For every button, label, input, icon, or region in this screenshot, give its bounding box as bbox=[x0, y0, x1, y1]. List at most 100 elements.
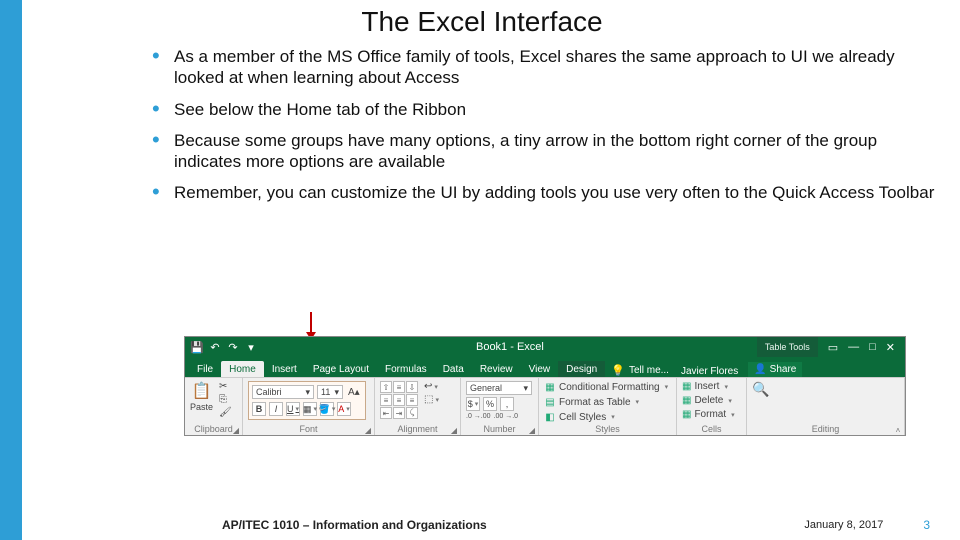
tab-data[interactable]: Data bbox=[435, 361, 472, 377]
bullet-item: See below the Home tab of the Ribbon bbox=[152, 99, 942, 120]
share-label: Share bbox=[770, 364, 797, 375]
align-bottom-button[interactable]: ⇩ bbox=[406, 381, 418, 393]
paste-button[interactable]: 📋 Paste bbox=[190, 381, 213, 412]
share-icon: 👤 bbox=[754, 364, 766, 375]
align-top-button[interactable]: ⇧ bbox=[380, 381, 392, 393]
orientation-icon[interactable]: ⤹ bbox=[406, 407, 418, 419]
format-cells-icon: ▦ bbox=[682, 409, 691, 420]
dialog-launcher-icon[interactable]: ◢ bbox=[450, 426, 458, 434]
wrap-text-icon[interactable]: ↩ bbox=[422, 381, 441, 392]
group-cells: ▦ Insert ▦ Delete ▦ Format Cells bbox=[677, 378, 747, 435]
bold-button[interactable]: B bbox=[252, 402, 266, 416]
insert-cells-icon: ▦ bbox=[682, 381, 691, 392]
undo-icon[interactable]: ↶ bbox=[209, 341, 221, 353]
qat-customize-icon[interactable]: ▾ bbox=[245, 341, 257, 353]
save-icon[interactable]: 💾 bbox=[191, 341, 203, 353]
user-name[interactable]: Javier Flores bbox=[675, 366, 744, 377]
ribbon-tabs: File Home Insert Page Layout Formulas Da… bbox=[185, 357, 905, 377]
tell-me-label: Tell me... bbox=[629, 365, 669, 376]
window-controls: ▭ — □ ✕ bbox=[818, 341, 905, 354]
align-left-button[interactable]: ≡ bbox=[380, 394, 392, 406]
find-icon: 🔍 bbox=[752, 381, 769, 398]
delete-cells-button[interactable]: ▦ Delete bbox=[682, 395, 735, 406]
align-center-button[interactable]: ≡ bbox=[393, 394, 405, 406]
group-alignment: ⇧ ≡ ⇩ ≡ ≡ ≡ ⇤ ⇥ ⤹ ↩ ⬚ bbox=[375, 378, 461, 435]
tab-design[interactable]: Design bbox=[558, 361, 605, 377]
find-select-button[interactable]: 🔍 bbox=[752, 381, 769, 398]
delete-cells-label: Delete bbox=[694, 395, 723, 406]
slide-content: The Excel Interface As a member of the M… bbox=[22, 0, 960, 540]
dialog-launcher-icon[interactable]: ◢ bbox=[364, 426, 372, 434]
increase-decimal-button[interactable]: .0 →.00 bbox=[466, 413, 491, 420]
border-icon[interactable]: ▦ bbox=[303, 402, 317, 416]
excel-window: 💾 ↶ ↷ ▾ Book1 - Excel Table Tools ▭ — □ … bbox=[184, 336, 906, 436]
group-label: Clipboard bbox=[190, 423, 237, 434]
tab-file[interactable]: File bbox=[189, 361, 221, 377]
window-title: Book1 - Excel bbox=[263, 341, 757, 353]
restore-icon[interactable]: □ bbox=[869, 341, 876, 353]
insert-cells-button[interactable]: ▦ Insert bbox=[682, 381, 735, 392]
cut-icon[interactable]: ✂ bbox=[217, 381, 234, 392]
percent-format-button[interactable]: % bbox=[483, 397, 497, 411]
delete-cells-icon: ▦ bbox=[682, 395, 691, 406]
cell-styles-label: Cell Styles bbox=[559, 412, 606, 423]
tab-home[interactable]: Home bbox=[221, 361, 264, 377]
conditional-formatting-button[interactable]: ▦ Conditional Formatting bbox=[544, 381, 668, 393]
font-highlight-box: Calibri▾ 11▾ A▴ B I U ▦ bbox=[248, 381, 366, 420]
format-painter-icon[interactable]: 🖌 bbox=[217, 407, 234, 418]
number-format-selector[interactable]: General▾ bbox=[466, 381, 532, 395]
group-styles: ▦ Conditional Formatting ▤ Format as Tab… bbox=[539, 378, 677, 435]
conditional-formatting-icon: ▦ bbox=[544, 381, 556, 393]
merge-center-icon[interactable]: ⬚ bbox=[422, 394, 441, 405]
redo-icon[interactable]: ↷ bbox=[227, 341, 239, 353]
tab-review[interactable]: Review bbox=[472, 361, 521, 377]
group-label: Cells bbox=[682, 423, 741, 434]
comma-format-button[interactable]: , bbox=[500, 397, 514, 411]
fill-color-icon[interactable]: 🪣 bbox=[320, 402, 334, 416]
decrease-indent-button[interactable]: ⇤ bbox=[380, 407, 392, 419]
group-number: General▾ $ % , .0 →.00 .00 →.0 Number bbox=[461, 378, 539, 435]
decrease-decimal-button[interactable]: .00 →.0 bbox=[494, 413, 519, 420]
clipboard-icon: 📋 bbox=[192, 381, 212, 401]
paste-label: Paste bbox=[190, 402, 213, 412]
minimize-icon[interactable]: — bbox=[848, 341, 859, 353]
tab-insert[interactable]: Insert bbox=[264, 361, 305, 377]
font-name-selector[interactable]: Calibri▾ bbox=[252, 385, 314, 399]
increase-indent-button[interactable]: ⇥ bbox=[393, 407, 405, 419]
font-size-selector[interactable]: 11▾ bbox=[317, 385, 343, 399]
group-editing: 🔍 Editing ˄ bbox=[747, 378, 905, 435]
format-cells-label: Format bbox=[694, 409, 726, 420]
insert-cells-label: Insert bbox=[694, 381, 719, 392]
tab-formulas[interactable]: Formulas bbox=[377, 361, 435, 377]
accent-bar bbox=[0, 0, 22, 540]
tell-me[interactable]: 💡 Tell me... bbox=[605, 364, 675, 377]
cell-styles-button[interactable]: ◧ Cell Styles bbox=[544, 411, 668, 423]
ribbon: 📋 Paste ✂ ⎘ 🖌 Clipboard ◢ bbox=[185, 377, 905, 435]
tab-page-layout[interactable]: Page Layout bbox=[305, 361, 377, 377]
format-as-table-button[interactable]: ▤ Format as Table bbox=[544, 396, 668, 408]
format-cells-button[interactable]: ▦ Format bbox=[682, 409, 735, 420]
copy-icon[interactable]: ⎘ bbox=[217, 394, 234, 405]
italic-button[interactable]: I bbox=[269, 402, 283, 416]
tab-view[interactable]: View bbox=[521, 361, 559, 377]
align-right-button[interactable]: ≡ bbox=[406, 394, 418, 406]
dialog-launcher-icon[interactable]: ◢ bbox=[528, 426, 536, 434]
conditional-formatting-label: Conditional Formatting bbox=[559, 382, 660, 393]
align-middle-button[interactable]: ≡ bbox=[393, 381, 405, 393]
grow-font-icon[interactable]: A▴ bbox=[346, 387, 362, 398]
ribbon-display-options-icon[interactable]: ▭ bbox=[828, 341, 838, 354]
bullet-item: Because some groups have many options, a… bbox=[152, 130, 942, 173]
share-button[interactable]: 👤 Share bbox=[748, 362, 802, 377]
group-label: Editing bbox=[752, 423, 899, 434]
underline-button[interactable]: U bbox=[286, 402, 300, 416]
group-clipboard: 📋 Paste ✂ ⎘ 🖌 Clipboard ◢ bbox=[185, 378, 243, 435]
group-label: Font bbox=[248, 423, 369, 434]
collapse-ribbon-icon[interactable]: ˄ bbox=[894, 426, 902, 434]
format-as-table-label: Format as Table bbox=[559, 397, 631, 408]
close-icon[interactable]: ✕ bbox=[886, 341, 895, 354]
font-color-icon[interactable]: A bbox=[337, 402, 351, 416]
title-bar: 💾 ↶ ↷ ▾ Book1 - Excel Table Tools ▭ — □ … bbox=[185, 337, 905, 357]
dialog-launcher-icon[interactable]: ◢ bbox=[232, 426, 240, 434]
accounting-format-button[interactable]: $ bbox=[466, 397, 480, 411]
font-size-value: 11 bbox=[321, 387, 330, 397]
